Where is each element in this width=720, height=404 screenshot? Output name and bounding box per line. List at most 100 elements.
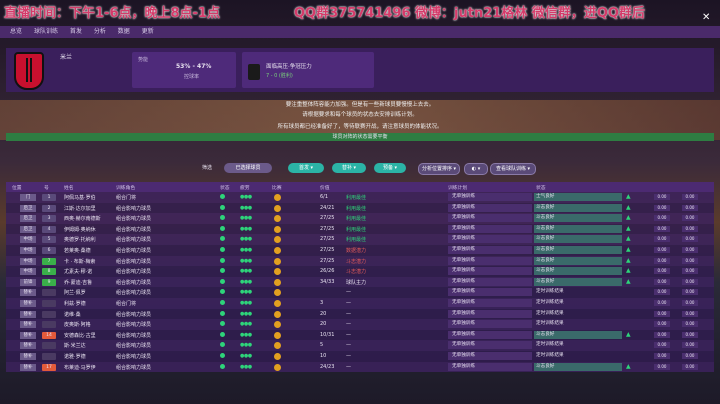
training-dropdown[interactable]: 无单独训练: [448, 341, 532, 350]
player-name[interactable]: 阿佩马基·罗伯: [64, 194, 96, 201]
thumbs-up-icon[interactable]: ▲: [626, 267, 631, 274]
window-close-icon[interactable]: ✕: [702, 12, 714, 24]
table-row[interactable]: 后卫 3 西奥·赫尔南德斯 组合影响力球员 ●●● 27/25 利用最佳 无单独训练 斗志良好 ▲…: [6, 213, 714, 224]
filter-label: 筛选: [202, 165, 213, 171]
position-badge: 替补: [20, 342, 36, 350]
training-dropdown[interactable]: 无单独训练: [448, 245, 532, 254]
player-name[interactable]: 若莱奥·桑德: [64, 247, 91, 254]
player-name[interactable]: 利兹·罗德: [64, 300, 86, 307]
training-dropdown[interactable]: 无单独训练: [448, 298, 532, 307]
col-header[interactable]: 姓名: [64, 184, 74, 191]
player-name[interactable]: 阿兰·佩罗: [64, 289, 86, 296]
thumbs-up-icon[interactable]: ▲: [626, 331, 631, 338]
thumbs-up-icon[interactable]: ▲: [626, 193, 631, 200]
training-dropdown[interactable]: 无单独训练: [448, 320, 532, 329]
view-toggle-button[interactable]: ◐ ▾: [464, 163, 488, 175]
table-row[interactable]: 替补 诺维·桑 组合影响力球员 ●●● 20 — 无单独训练 定时训练结果 0.00 0.00: [6, 308, 714, 320]
table-row[interactable]: 中场 8 尤素夫·穆·诺 组合影响力球员 ●●● 26/26 斗志潜力 无单独训练 斗志良好 ▲ 0…: [6, 266, 714, 277]
training-dropdown[interactable]: 无单独训练: [448, 193, 532, 201]
team-training-button[interactable]: 查看球队训练 ▾: [490, 163, 536, 175]
thumbs-up-icon[interactable]: ▲: [626, 214, 631, 221]
table-row[interactable]: 替补 阿兰·佩罗 组合影响力球员 ●●● — 无单独训练 定时训练结果 0.00 0.00: [6, 287, 714, 298]
table-row[interactable]: 中场 6 若莱奥·桑德 组合影响力球员 ●●● 27/25 数据潜力 无单独训练 斗志良好 ▲ 0.…: [6, 244, 714, 256]
nav-item[interactable]: 分析: [94, 26, 106, 38]
thumbs-up-icon[interactable]: ▲: [626, 225, 631, 232]
morale-status: 斗志良好: [534, 214, 622, 223]
table-row[interactable]: 后卫 2 江斯·达尔加里 组合影响力球员 ●●● 24/21 利用最佳 无单独训练 斗志良好 ▲ 0…: [6, 202, 714, 214]
possession-card: 势能 53% - 47% 控球率: [132, 52, 236, 88]
player-name[interactable]: 安德森比·古里: [64, 332, 96, 339]
col-header[interactable]: 状态: [536, 184, 546, 191]
training-dropdown[interactable]: 无单独训练: [448, 309, 532, 318]
position-badge: 替补: [20, 321, 36, 329]
filter-subs-button[interactable]: 替补 ▾: [332, 163, 366, 173]
player-value: 3: [320, 299, 324, 306]
position-badge: 后卫: [20, 204, 36, 212]
player-name[interactable]: 诺雅·罗德: [64, 353, 86, 360]
player-name[interactable]: 布莱迪·马罗伊: [64, 364, 96, 371]
player-name[interactable]: 伊姆姆·奥纳休: [64, 226, 96, 233]
player-name[interactable]: 尤素夫·穆·诺: [64, 268, 92, 275]
filter-starters-button[interactable]: 首发 ▾: [288, 163, 324, 173]
player-name[interactable]: 卡 · 布斯·梅索: [64, 258, 95, 265]
player-name[interactable]: 江斯·达尔加里: [64, 205, 96, 212]
player-value: 10/31: [320, 331, 335, 338]
player-name[interactable]: 奥德罗·托纳利: [64, 236, 96, 243]
status-dot-icon: [220, 363, 225, 369]
table-body: 门 1 阿佩马基·罗伯 组合门将 ●●● 6/1 利用最佳 无单独训练 士气良好 ▲ 0.00 0.0…: [6, 192, 714, 373]
thumbs-up-icon[interactable]: ▲: [626, 363, 631, 370]
table-row[interactable]: 替补 14 安德森比·古里 组合影响力球员 ●●● 10/31 — 无单独训练 斗志良好 ▲ 0.0…: [6, 329, 714, 341]
selected-players-button[interactable]: 已选择球员: [224, 163, 272, 173]
player-name[interactable]: 西奥·赫尔南德斯: [64, 215, 101, 222]
table-row[interactable]: 后卫 4 伊姆姆·奥纳休 组合影响力球员 ●●● 27/25 利用最佳 无单独训练 斗志良好 ▲ 0…: [6, 223, 714, 235]
training-dropdown[interactable]: 无单独训练: [448, 224, 532, 233]
table-row[interactable]: 替补 利兹·罗德 组合门将 ●●● 3 — 无单独训练 定时训练结果 0.00 0.00: [6, 297, 714, 309]
thumbs-up-icon[interactable]: ▲: [626, 278, 631, 285]
filter-reserve-button[interactable]: 预备 ▾: [374, 163, 406, 173]
player-name[interactable]: 皮奥斯·阿格: [64, 321, 91, 328]
col-header[interactable]: 训练计划: [448, 184, 467, 191]
sort-position-button[interactable]: 分析位置排序 ▾: [418, 163, 460, 175]
training-dropdown[interactable]: 无单独训练: [448, 362, 532, 371]
table-row[interactable]: 中场 7 卡 · 布斯·梅索 组合影响力球员 ●●● 27/25 斗志潜力 无单独训练 斗志良好…: [6, 255, 714, 267]
col-header[interactable]: 位置: [12, 184, 22, 191]
table-row[interactable]: 门 1 阿佩马基·罗伯 组合门将 ●●● 6/1 利用最佳 无单独训练 士气良好 ▲ 0.00 0.0…: [6, 192, 714, 203]
table-row[interactable]: 替补 诺雅·罗德 组合影响力球员 ●●● 10 — 无单独训练 定时训练结果 0.00 0.00: [6, 350, 714, 362]
training-dropdown[interactable]: 无单独训练: [448, 203, 532, 212]
training-dropdown[interactable]: 无单独训练: [448, 256, 532, 265]
nav-item[interactable]: 首发: [70, 26, 82, 38]
training-dropdown[interactable]: 无单独训练: [448, 277, 532, 286]
table-row[interactable]: 替补 斯·米兰达 组合影响力球员 ●●● 5 — 无单独训练 定时训练结果 0.00 0.00: [6, 340, 714, 351]
col-header[interactable]: 价值: [320, 184, 330, 191]
thumbs-up-icon[interactable]: ▲: [626, 235, 631, 242]
thumbs-up-icon[interactable]: ▲: [626, 246, 631, 253]
training-dropdown[interactable]: 无单独训练: [448, 288, 532, 297]
player-name[interactable]: 诺维·桑: [64, 311, 81, 318]
table-row[interactable]: 中场 5 奥德罗·托纳利 组合影响力球员 ●●● 27/25 利用最佳 无单独训练 斗志良好 ▲ 0…: [6, 234, 714, 245]
col-header[interactable]: 比赛: [272, 184, 282, 191]
player-name[interactable]: 乔·蒙迪·吉鲁: [64, 279, 92, 286]
training-dropdown[interactable]: 无单独训练: [448, 267, 532, 276]
thumbs-up-icon[interactable]: ▲: [626, 204, 631, 211]
nav-item[interactable]: 更新: [142, 26, 154, 38]
player-name[interactable]: 斯·米兰达: [64, 342, 86, 349]
table-row[interactable]: 替补 17 布莱迪·马罗伊 组合影响力球员 ●●● 24/23 — 无单独训练 斗志良好 ▲ 0.0…: [6, 361, 714, 373]
table-row[interactable]: 替补 皮奥斯·阿格 组合影响力球员 ●●● 20 — 无单独训练 定时训练结果 0.00 0.00: [6, 319, 714, 330]
condition-dots: ●●●: [240, 215, 252, 222]
nav-item[interactable]: 球队训练: [34, 26, 58, 38]
col-header[interactable]: 状态: [220, 184, 230, 191]
nav-item[interactable]: 总览: [10, 26, 22, 38]
morale-status: 士气良好: [534, 193, 622, 201]
col-header[interactable]: 疲劳: [240, 184, 250, 191]
training-dropdown[interactable]: 无单独训练: [448, 351, 532, 360]
position-badge: 替补: [20, 289, 36, 297]
status-dot-icon: [220, 299, 225, 305]
training-dropdown[interactable]: 无单独训练: [448, 235, 532, 244]
col-header[interactable]: 号: [44, 184, 49, 191]
nav-item[interactable]: 数据: [118, 26, 130, 38]
training-dropdown[interactable]: 无单独训练: [448, 330, 532, 339]
training-dropdown[interactable]: 无单独训练: [448, 214, 532, 223]
table-row[interactable]: 前锋 9 乔·蒙迪·吉鲁 组合影响力球员 ●●● 34/33 球队主力 无单独训练 斗志良好 ▲ 0…: [6, 276, 714, 288]
col-header[interactable]: 训练角色: [116, 184, 135, 191]
thumbs-up-icon[interactable]: ▲: [626, 257, 631, 264]
